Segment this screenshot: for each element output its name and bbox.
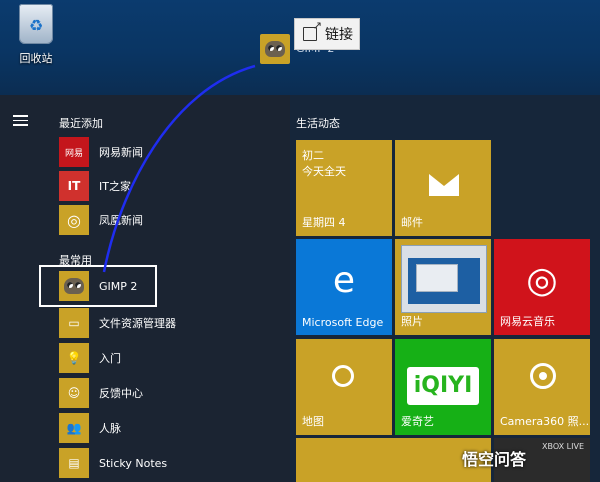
music-tile[interactable]: ◎ 网易云音乐 bbox=[494, 239, 590, 335]
camera360-label: Camera360 照... bbox=[500, 415, 590, 428]
recycle-bin[interactable]: 回收站 bbox=[12, 4, 60, 66]
app-label: 文件资源管理器 bbox=[99, 317, 176, 330]
app-label: 网易新闻 bbox=[99, 146, 143, 159]
maps-label: 地图 bbox=[302, 415, 324, 428]
iqiyi-label: 爱奇艺 bbox=[401, 415, 434, 428]
app-item-sticky-notes[interactable]: ▤ Sticky Notes bbox=[59, 448, 279, 478]
app-item-phoenix-news[interactable]: ◎ 凤凰新闻 bbox=[59, 205, 279, 235]
calendar-date: 星期四 4 bbox=[302, 216, 346, 229]
gimp-icon bbox=[265, 41, 285, 57]
music-label: 网易云音乐 bbox=[500, 315, 555, 328]
mail-icon bbox=[429, 174, 459, 196]
start-app-list: 最近添加 网易 网易新闻 IT IT之家 ◎ 凤凰新闻 最常用 GIMP 2 ▭… bbox=[0, 95, 290, 482]
it-icon: IT bbox=[59, 171, 89, 201]
folder-icon: ▭ bbox=[59, 308, 89, 338]
app-item-get-started[interactable]: 💡 入门 bbox=[59, 343, 279, 373]
netease-music-icon: ◎ bbox=[526, 260, 558, 301]
edge-tile[interactable]: e Microsoft Edge bbox=[296, 239, 392, 335]
bulb-icon: 💡 bbox=[59, 343, 89, 373]
map-icon bbox=[332, 365, 354, 387]
recycle-bin-label: 回收站 bbox=[19, 52, 53, 65]
app-label: 凤凰新闻 bbox=[99, 214, 143, 227]
app-label: 反馈中心 bbox=[99, 387, 143, 400]
gimp-highlight-box bbox=[39, 265, 157, 307]
app-item-file-explorer[interactable]: ▭ 文件资源管理器 bbox=[59, 308, 279, 338]
wukong-watermark: 悟空问答 bbox=[462, 450, 527, 469]
people-icon: 👥 bbox=[59, 413, 89, 443]
desktop: 回收站 GIMP 2 链接 bbox=[0, 0, 600, 95]
xbox-live-badge: XBOX LIVE bbox=[542, 442, 584, 451]
photos-tile[interactable]: 照片 bbox=[395, 239, 491, 335]
app-item-it-home[interactable]: IT IT之家 bbox=[59, 171, 279, 201]
iqiyi-tile[interactable]: iQIYI 爱奇艺 bbox=[395, 339, 491, 435]
recent-section-title: 最近添加 bbox=[59, 117, 103, 130]
app-label: IT之家 bbox=[99, 180, 131, 193]
iqiyi-logo: iQIYI bbox=[407, 367, 479, 405]
app-label: 入门 bbox=[99, 352, 121, 365]
edge-icon: e bbox=[332, 260, 356, 301]
start-menu: 最近添加 网易 网易新闻 IT IT之家 ◎ 凤凰新闻 最常用 GIMP 2 ▭… bbox=[0, 95, 600, 482]
maps-tile[interactable]: 地图 bbox=[296, 339, 392, 435]
photos-label: 照片 bbox=[401, 315, 423, 328]
app-item-wangyi-news[interactable]: 网易 网易新闻 bbox=[59, 137, 279, 167]
sticky-notes-icon: ▤ bbox=[59, 448, 89, 478]
recycle-bin-icon bbox=[19, 4, 53, 44]
camera-icon bbox=[530, 363, 556, 389]
tile-group-title: 生活动态 bbox=[296, 117, 340, 130]
camera360-tile[interactable]: Camera360 照... bbox=[494, 339, 590, 435]
link-tooltip: 链接 bbox=[294, 18, 360, 50]
app-label: Sticky Notes bbox=[99, 456, 168, 470]
edge-label: Microsoft Edge bbox=[302, 316, 384, 329]
feedback-icon: ☺ bbox=[59, 378, 89, 408]
dragged-gimp-icon[interactable] bbox=[260, 34, 290, 64]
news-icon: 网易 bbox=[59, 137, 89, 167]
app-label: 人脉 bbox=[99, 422, 121, 435]
live-tiles-area: 生活动态 初二 今天全天 星期四 4 邮件 e Microsoft Edge 照… bbox=[296, 95, 600, 482]
mail-label: 邮件 bbox=[401, 216, 423, 229]
hamburger-menu-icon[interactable] bbox=[13, 115, 28, 126]
phoenix-icon: ◎ bbox=[59, 205, 89, 235]
link-icon bbox=[303, 19, 322, 41]
mail-tile[interactable]: 邮件 bbox=[395, 140, 491, 236]
calendar-lunar: 初二 今天全天 bbox=[302, 149, 346, 178]
photo-preview bbox=[401, 245, 487, 313]
link-tooltip-text: 链接 bbox=[325, 27, 353, 43]
app-item-people[interactable]: 👥 人脉 bbox=[59, 413, 279, 443]
calendar-tile[interactable]: 初二 今天全天 星期四 4 bbox=[296, 140, 392, 236]
app-item-feedback-hub[interactable]: ☺ 反馈中心 bbox=[59, 378, 279, 408]
